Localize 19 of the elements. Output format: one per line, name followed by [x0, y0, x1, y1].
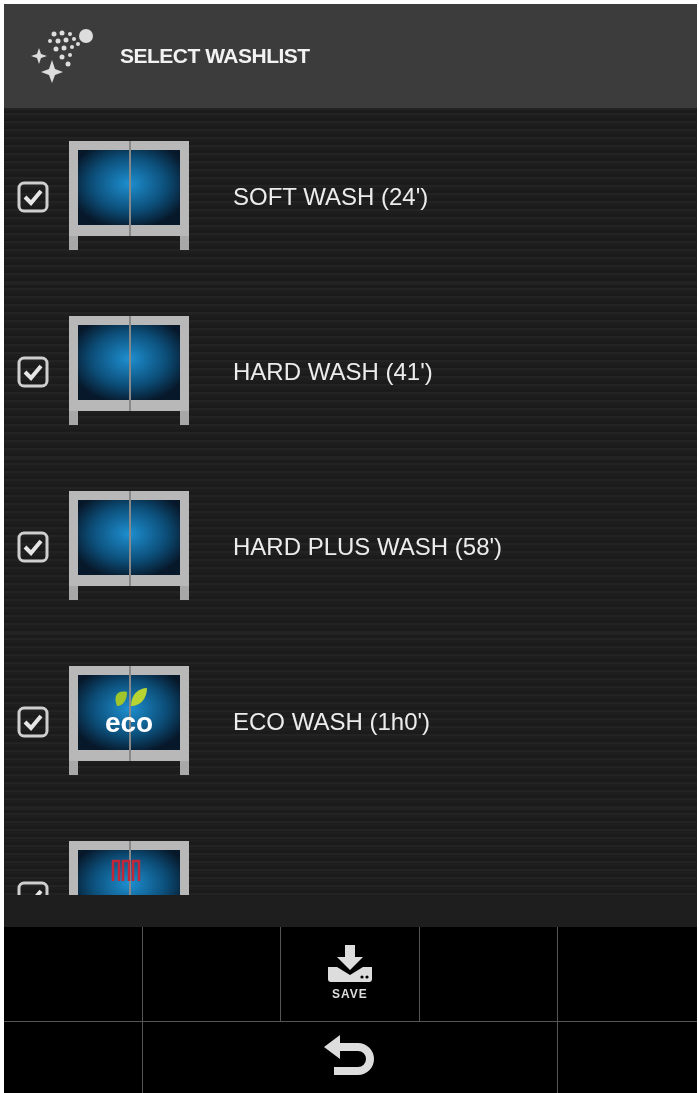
- checkbox[interactable]: [17, 355, 49, 388]
- checkbox[interactable]: [17, 705, 49, 738]
- dishwasher-screen-icon: [69, 315, 189, 428]
- dishwasher-screen-icon: [69, 140, 189, 253]
- washlist-row[interactable]: HARD WASH (41'): [4, 285, 697, 458]
- washlist-row[interactable]: SOFT WASH (24'): [4, 110, 697, 283]
- washlist-row[interactable]: eco ECO WASH (1h0'): [4, 635, 697, 808]
- dishwasher-screen-icon: [69, 490, 189, 603]
- save-button[interactable]: SAVE: [316, 941, 384, 1007]
- checkbox[interactable]: [17, 180, 49, 213]
- wash-program-label: HARD WASH (41'): [233, 356, 433, 387]
- checkbox[interactable]: [17, 530, 49, 563]
- wash-program-label: SOFT WASH (24'): [233, 181, 429, 212]
- sparkle-spray-icon: [30, 28, 96, 84]
- download-icon: [326, 945, 374, 983]
- screen-title: SELECT WASHLIST: [120, 43, 310, 70]
- wash-program-label: HARD PLUS WASH (58'): [233, 531, 503, 562]
- wash-program-label: ECO WASH (1h0'): [233, 706, 431, 737]
- washlist-row[interactable]: HARD PLUS WASH (58'): [4, 460, 697, 633]
